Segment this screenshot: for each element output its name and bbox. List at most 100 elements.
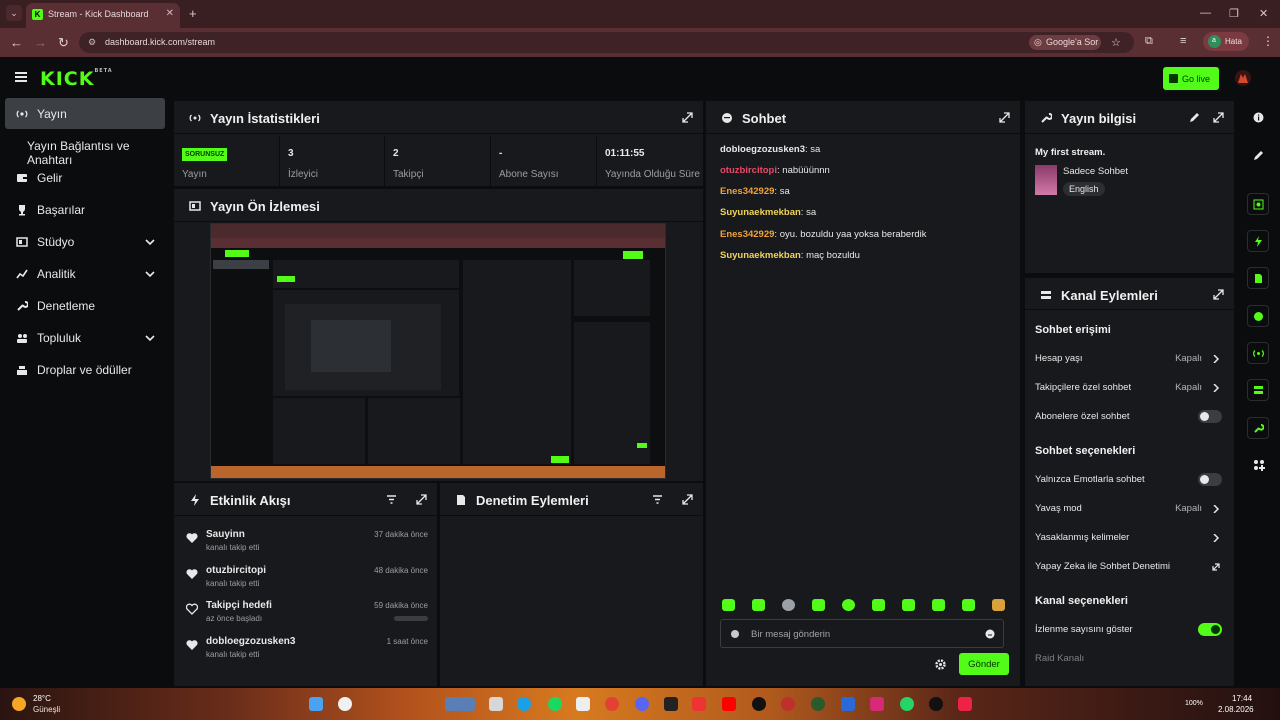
popout-icon[interactable]: [682, 112, 693, 123]
show-viewcount-toggle[interactable]: [1198, 623, 1222, 636]
whatsapp-icon[interactable]: [900, 697, 914, 711]
setting-slow-mode[interactable]: Yavaş mod Kapalı: [1035, 503, 1224, 521]
edit-pencil-icon[interactable]: [1253, 150, 1264, 161]
popout-icon[interactable]: [1213, 112, 1224, 123]
go-live-button[interactable]: Go live: [1163, 67, 1219, 90]
instagram-icon[interactable]: [870, 697, 884, 711]
popout-icon[interactable]: [416, 494, 427, 505]
emote-icon[interactable]: [932, 599, 945, 611]
chat-username[interactable]: otuzbircitopi: [720, 165, 777, 176]
bookmark-star-icon[interactable]: ☆: [1111, 36, 1121, 49]
file-explorer-icon[interactable]: [489, 697, 503, 711]
emote-icon[interactable]: [962, 599, 975, 611]
rail-button-chat[interactable]: [1247, 305, 1269, 327]
popout-icon[interactable]: [1213, 289, 1224, 300]
minimize-icon[interactable]: —: [1200, 7, 1211, 19]
emote-icon[interactable]: [902, 599, 915, 611]
sidebar-item-analitik[interactable]: Analitik: [5, 258, 165, 289]
close-tab-icon[interactable]: ✕: [166, 8, 174, 19]
site-info-icon[interactable]: ⚙: [88, 37, 96, 48]
close-window-icon[interactable]: ✕: [1259, 7, 1268, 20]
reading-list-icon[interactable]: ≡: [1180, 35, 1186, 47]
sidebar-item-studyo[interactable]: Stüdyo: [5, 226, 165, 257]
chat-username[interactable]: Enes342929: [720, 186, 774, 197]
sidebar-item-basarilar[interactable]: Başarılar: [5, 194, 165, 225]
sidebar-item-yayin[interactable]: Yayın: [5, 98, 165, 129]
new-tab-button[interactable]: +: [189, 6, 197, 21]
youtube-icon[interactable]: [722, 697, 736, 711]
popout-icon[interactable]: [682, 494, 693, 505]
sidebar-item-droplar[interactable]: Droplar ve ödüller: [5, 354, 165, 385]
setting-followers-only[interactable]: Takipçilere özel sohbet Kapalı: [1035, 382, 1224, 400]
send-button[interactable]: Gönder: [959, 653, 1009, 675]
chat-username[interactable]: Suyunaekmekban: [720, 207, 801, 218]
filter-icon[interactable]: [386, 494, 397, 505]
emote-only-toggle[interactable]: [1198, 473, 1222, 486]
emote-icon[interactable]: [992, 599, 1005, 611]
google-lens-button[interactable]: ◎ Google'a Sor: [1029, 35, 1101, 50]
chrome-icon[interactable]: [605, 697, 619, 711]
rail-button-moderation[interactable]: [1247, 267, 1269, 289]
chat-username[interactable]: Enes342929: [720, 229, 774, 240]
subscribers-only-toggle[interactable]: [1198, 410, 1222, 423]
extensions-icon[interactable]: ⧉: [1145, 35, 1153, 48]
chat-input[interactable]: Bir mesaj gönderin: [720, 619, 1004, 648]
sidebar-item-stream-key[interactable]: Yayın Bağlantısı ve Anahtarı: [5, 130, 175, 167]
setting-raid-channel[interactable]: Raid Kanalı: [1035, 653, 1224, 671]
browser-menu-icon[interactable]: ⋮: [1262, 34, 1274, 48]
emote-icon[interactable]: [782, 599, 795, 611]
chevron-down-icon[interactable]: [145, 237, 155, 247]
setting-account-age[interactable]: Hesap yaşı Kapalı: [1035, 353, 1224, 371]
edit-pencil-icon[interactable]: [1189, 112, 1200, 123]
spotify-icon[interactable]: [548, 697, 562, 711]
windows-start-icon[interactable]: [309, 697, 323, 711]
emote-icon[interactable]: [842, 599, 855, 611]
obs-icon[interactable]: [929, 697, 943, 711]
rail-button-activity[interactable]: [1247, 230, 1269, 252]
app-icon[interactable]: [664, 697, 678, 711]
setting-ai-moderation[interactable]: Yapay Zeka ile Sohbet Denetimi: [1035, 561, 1224, 579]
profile-error-button[interactable]: a Hata: [1203, 32, 1249, 51]
kick-logo[interactable]: KICKBETA: [40, 68, 113, 90]
rail-button-broadcast[interactable]: [1247, 342, 1269, 364]
rail-button-channel-actions[interactable]: [1247, 379, 1269, 401]
rail-button-stats[interactable]: [1247, 193, 1269, 215]
emote-icon[interactable]: [752, 599, 765, 611]
app-icon[interactable]: [576, 697, 590, 711]
app-icon[interactable]: [811, 697, 825, 711]
search-icon[interactable]: [338, 697, 352, 711]
edge-icon[interactable]: [517, 697, 531, 711]
rail-button-stream-info[interactable]: [1247, 417, 1269, 439]
setting-banned-words[interactable]: Yasaklanmış kelimeler: [1035, 532, 1224, 550]
address-bar[interactable]: ⚙ dashboard.kick.com/stream ◎ Google'a S…: [79, 32, 1134, 53]
info-icon[interactable]: [1253, 112, 1264, 123]
reload-icon[interactable]: ↻: [58, 35, 69, 51]
popout-icon[interactable]: [999, 112, 1010, 123]
gear-icon[interactable]: [935, 659, 946, 670]
taskview-thumbnail[interactable]: [445, 697, 475, 711]
app-icon[interactable]: [752, 697, 766, 711]
user-avatar[interactable]: [1234, 69, 1252, 87]
sidebar-item-denetleme[interactable]: Denetleme: [5, 290, 165, 321]
emoji-icon[interactable]: [985, 629, 995, 639]
app-icon[interactable]: [692, 697, 706, 711]
restore-icon[interactable]: ❐: [1229, 7, 1239, 20]
chevron-down-icon[interactable]: [145, 333, 155, 343]
emote-icon[interactable]: [872, 599, 885, 611]
tab-search-button[interactable]: ⌄: [6, 5, 22, 21]
chat-username[interactable]: Suyunaekmekban: [720, 250, 801, 261]
app-icon[interactable]: [841, 697, 855, 711]
app-icon[interactable]: [958, 697, 972, 711]
emote-icon[interactable]: [812, 599, 825, 611]
chat-username[interactable]: dobloegzozusken3: [720, 144, 805, 155]
hamburger-menu-icon[interactable]: [15, 72, 27, 82]
stream-preview-video[interactable]: [210, 223, 666, 479]
forward-icon[interactable]: →: [34, 35, 47, 50]
emote-icon[interactable]: [722, 599, 735, 611]
sidebar-item-topluluk[interactable]: Topluluk: [5, 322, 165, 353]
sidebar-item-gelir[interactable]: Gelir: [5, 162, 165, 193]
filter-icon[interactable]: [652, 494, 663, 505]
back-icon[interactable]: ←: [10, 35, 23, 50]
browser-tab[interactable]: K Stream - Kick Dashboard ✕: [26, 3, 180, 28]
add-widget-icon[interactable]: [1253, 459, 1265, 471]
